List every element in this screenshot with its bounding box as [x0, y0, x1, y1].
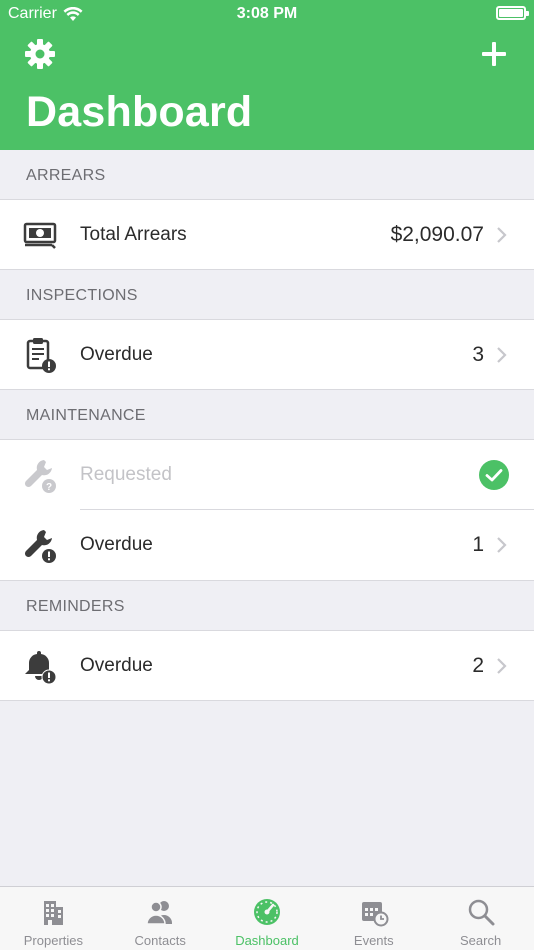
row-value: 2	[472, 653, 484, 677]
search-icon	[468, 899, 495, 926]
tab-dashboard[interactable]: Dashboard	[214, 887, 321, 950]
tab-properties[interactable]: Properties	[0, 887, 107, 950]
chevron-right-icon	[497, 346, 507, 363]
row-value: $2,090.07	[390, 222, 484, 246]
row-label: Total Arrears	[80, 223, 187, 245]
tab-bar: Properties Contacts Dashboard Events Sea…	[0, 886, 534, 950]
row-inspections-overdue[interactable]: Overdue 3	[0, 320, 534, 390]
row-maintenance-requested[interactable]: ? Requested	[0, 440, 534, 510]
section-header-reminders: REMINDERS	[0, 583, 534, 631]
row-total-arrears[interactable]: Total Arrears $2,090.07	[0, 200, 534, 270]
tab-label: Properties	[23, 933, 84, 948]
tab-contacts[interactable]: Contacts	[107, 887, 214, 950]
building-icon	[44, 901, 64, 925]
tab-label: Search	[459, 933, 502, 948]
wrench-question-icon: ?	[24, 460, 56, 493]
wrench-alert-icon	[24, 530, 56, 563]
tab-label: Events	[353, 933, 394, 948]
contacts-icon	[146, 901, 173, 925]
plus-icon[interactable]	[478, 38, 510, 70]
bell-alert-icon	[25, 650, 57, 684]
chevron-right-icon	[497, 226, 507, 243]
tab-label: Contacts	[134, 933, 186, 948]
status-time: 3:08 PM	[236, 5, 298, 22]
row-label: Overdue	[80, 534, 153, 555]
check-circle-icon	[479, 460, 509, 490]
clipboard-alert-icon	[26, 337, 56, 373]
tab-events[interactable]: Events	[320, 887, 427, 950]
row-maintenance-overdue[interactable]: Overdue 1	[0, 510, 534, 581]
svg-text:?: ?	[46, 482, 52, 493]
tab-search[interactable]: Search	[427, 887, 534, 950]
row-label: Requested	[80, 464, 172, 485]
row-value: 1	[472, 533, 484, 556]
row-label: Overdue	[80, 343, 153, 365]
battery-level	[499, 9, 523, 17]
gear-icon[interactable]	[24, 38, 56, 70]
row-value: 3	[472, 342, 484, 366]
section-header-maintenance: MAINTENANCE	[0, 392, 534, 440]
nav-header: Carrier 3:08 PM Dashboard	[0, 0, 534, 150]
section-header-inspections: INSPECTIONS	[0, 272, 534, 320]
page-title: Dashboard	[26, 88, 253, 136]
row-label: Overdue	[80, 654, 153, 676]
money-icon	[23, 222, 57, 249]
battery-icon	[496, 6, 529, 20]
status-bar: Carrier 3:08 PM	[0, 0, 534, 30]
chevron-right-icon	[497, 537, 507, 553]
calendar-clock-icon	[361, 902, 389, 927]
row-reminders-overdue[interactable]: Overdue 2	[0, 631, 534, 701]
dashboard-gauge-icon	[253, 899, 280, 925]
chevron-right-icon	[497, 657, 507, 674]
section-header-arrears: ARREARS	[0, 152, 534, 200]
tab-label: Dashboard	[235, 933, 299, 948]
